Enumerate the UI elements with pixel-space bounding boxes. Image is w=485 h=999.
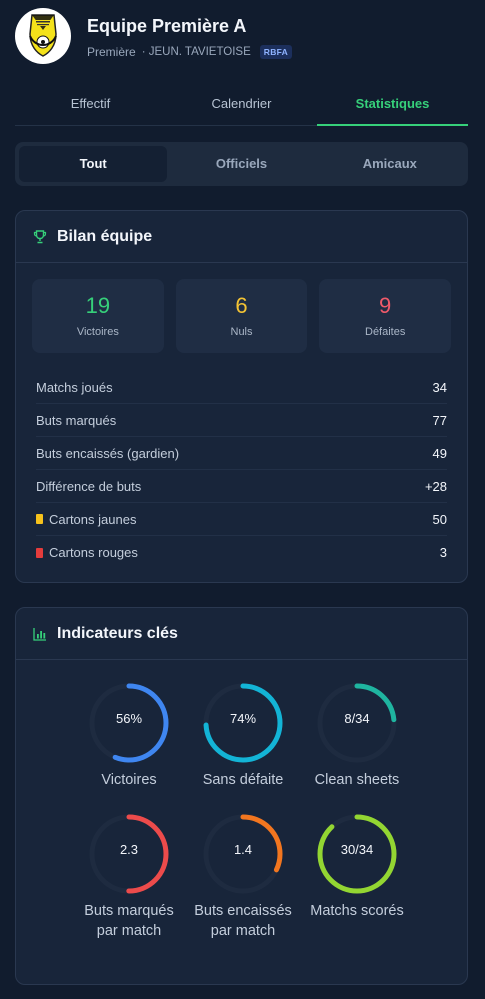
stat-row-buts-encaisses: Buts encaissés (gardien) 49 <box>36 437 447 470</box>
main-tabs: Effectif Calendrier Statistiques <box>15 88 468 126</box>
tab-statistiques[interactable]: Statistiques <box>317 88 468 126</box>
stat-label: Cartons jaunes <box>49 511 137 527</box>
team-subline: Première · JEUN. TAVIETOISE RBFA <box>87 45 293 59</box>
losses-value: 9 <box>379 293 392 318</box>
bar-chart-icon <box>32 626 48 642</box>
match-filter: Tout Officiels Amicaux <box>15 142 468 186</box>
stat-row-buts-marques: Buts marqués 77 <box>36 404 447 437</box>
gauge-matchs-scores: 30/34 Matchs scorés <box>302 813 412 921</box>
gauge-value: 74% <box>229 711 257 726</box>
gauge-value: 2.3 <box>119 842 139 857</box>
wins-value: 19 <box>85 293 111 318</box>
club-logo <box>15 8 71 64</box>
bilan-title: Bilan équipe <box>57 227 153 245</box>
gauge-label: Victoires <box>101 772 157 788</box>
result-summary: 19 Victoires 6 Nuls 9 Défaites <box>16 263 467 353</box>
draws-label: Nuls <box>230 326 253 338</box>
gauge-clean-sheets: 8/34 Clean sheets <box>302 682 412 790</box>
team-name: Equipe Première A <box>87 16 247 36</box>
stat-row-cartons-jaunes: Cartons jaunes 50 <box>36 503 447 536</box>
bilan-header: Bilan équipe <box>16 211 467 263</box>
gauge-label: Buts encaissés par match <box>194 903 292 939</box>
yellow-card-icon <box>36 514 43 524</box>
stat-label: Cartons rouges <box>49 545 138 560</box>
filter-officiels[interactable]: Officiels <box>167 146 315 182</box>
losses-label: Défaites <box>365 326 406 338</box>
gauge-victoires: 56% Victoires <box>74 682 184 790</box>
stat-label: Matchs joués <box>36 379 113 395</box>
team-header: Equipe Première A Première · JEUN. TAVIE… <box>15 8 470 66</box>
bilan-card: Bilan équipe 19 Victoires 6 Nuls 9 Défai… <box>15 210 468 583</box>
gauge-value: 30/34 <box>340 842 374 857</box>
stat-row-cartons-rouges: Cartons rouges 3 <box>36 536 447 569</box>
stat-row-difference: Différence de buts +28 <box>36 470 447 503</box>
bilan-rows: Matchs joués 34 Buts marqués 77 Buts enc… <box>16 353 467 569</box>
stat-label: Buts encaissés (gardien) <box>36 445 180 461</box>
gauge-value: 1.4 <box>233 842 253 857</box>
trophy-icon <box>32 229 48 245</box>
team-level: Première <box>87 45 136 59</box>
stat-value: +28 <box>424 478 447 494</box>
gauge-label: Buts marqués par match <box>84 903 174 939</box>
gauge-label: Sans défaite <box>202 772 284 788</box>
gauge-label: Clean sheets <box>314 772 400 788</box>
stat-value: 34 <box>432 379 447 395</box>
stat-value: 50 <box>432 511 447 527</box>
losses-box: 9 Défaites <box>319 279 452 353</box>
federation-badge: RBFA <box>259 45 293 59</box>
stat-value: 49 <box>432 445 447 461</box>
stat-label: Buts marqués <box>36 412 117 428</box>
wins-label: Victoires <box>76 326 119 338</box>
gauge-sans-defaite: 74% Sans défaite <box>188 682 298 790</box>
stat-label-wrap: Cartons rouges <box>36 545 138 560</box>
stat-value: 77 <box>432 412 447 428</box>
filter-tout[interactable]: Tout <box>19 146 168 182</box>
tab-effectif[interactable]: Effectif <box>15 88 166 125</box>
stat-label: Différence de buts <box>36 478 142 494</box>
indicators-card: Indicateurs clés 56% Victoires 74% Sans … <box>15 607 468 985</box>
indicators-header: Indicateurs clés <box>16 608 467 660</box>
wins-box: 19 Victoires <box>32 279 164 353</box>
gauge-value: 56% <box>115 711 143 726</box>
club-name: · JEUN. TAVIETOISE <box>141 46 251 58</box>
stat-label-wrap: Cartons jaunes <box>36 512 136 527</box>
draws-value: 6 <box>235 293 248 318</box>
stat-value: 3 <box>439 545 447 560</box>
red-card-icon <box>36 547 43 558</box>
draws-box: 6 Nuls <box>175 279 308 353</box>
gauge-buts-encaisses: 1.4 Buts encaissés par match <box>188 813 298 941</box>
gauge-value: 8/34 <box>344 711 370 726</box>
tab-calendrier[interactable]: Calendrier <box>166 88 317 125</box>
stat-row-matchs-joues: Matchs joués 34 <box>36 371 447 404</box>
gauge-label: Matchs scorés <box>310 903 404 919</box>
gauge-buts-marques: 2.3 Buts marqués par match <box>74 813 184 941</box>
gauge-grid: 56% Victoires 74% Sans défaite 8/34 Clea… <box>16 660 467 980</box>
indicators-title: Indicateurs clés <box>57 624 178 642</box>
filter-amicaux[interactable]: Amicaux <box>316 146 464 182</box>
